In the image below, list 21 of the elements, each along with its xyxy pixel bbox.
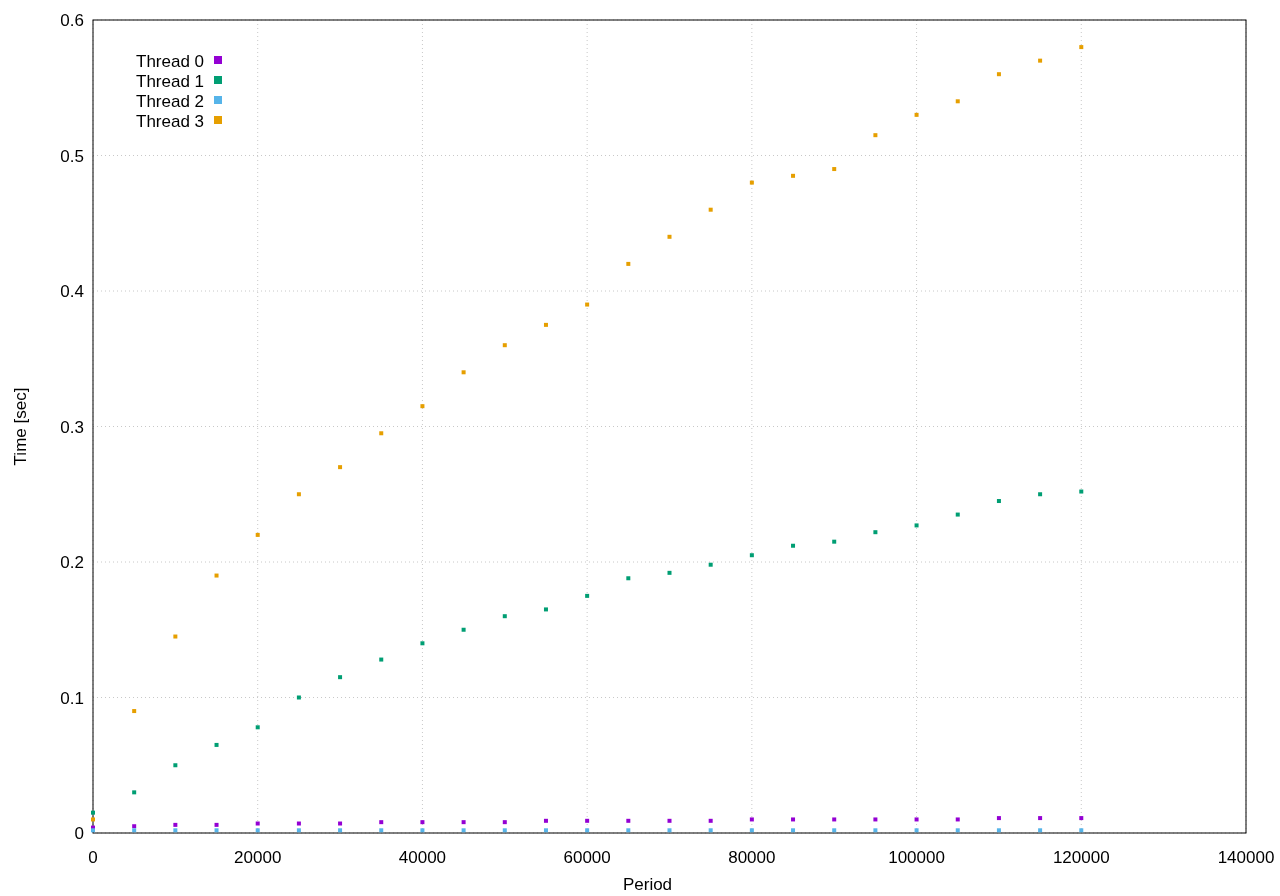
x-tick-label: 60000 [563, 848, 611, 867]
legend-label: Thread 0 [136, 52, 205, 71]
legend-label: Thread 1 [136, 72, 205, 91]
y-tick-label: 0 [74, 824, 84, 843]
y-tick-label: 0.5 [60, 146, 84, 166]
legend-label: Thread 2 [136, 92, 205, 111]
y-tick-label: 0.3 [60, 417, 84, 437]
y-tick-label: 0.4 [60, 282, 84, 301]
legend-label: Thread 3 [136, 112, 205, 131]
x-tick-label: 120000 [1052, 848, 1110, 867]
x-tick-label: 40000 [398, 848, 447, 867]
x-tick-label: 100000 [888, 848, 945, 867]
x-axis-label: Period [622, 875, 673, 894]
x-tick-label: 20000 [234, 848, 282, 867]
y-tick-label: 0.6 [60, 11, 84, 30]
y-axis-label: Time [sec] [11, 387, 30, 466]
y-tick-label: 0.2 [60, 553, 84, 572]
y-tick-label: 0.1 [60, 688, 84, 708]
x-tick-label: 0 [88, 848, 98, 867]
x-tick-label: 80000 [728, 848, 776, 867]
x-tick-label: 140000 [1217, 848, 1275, 867]
